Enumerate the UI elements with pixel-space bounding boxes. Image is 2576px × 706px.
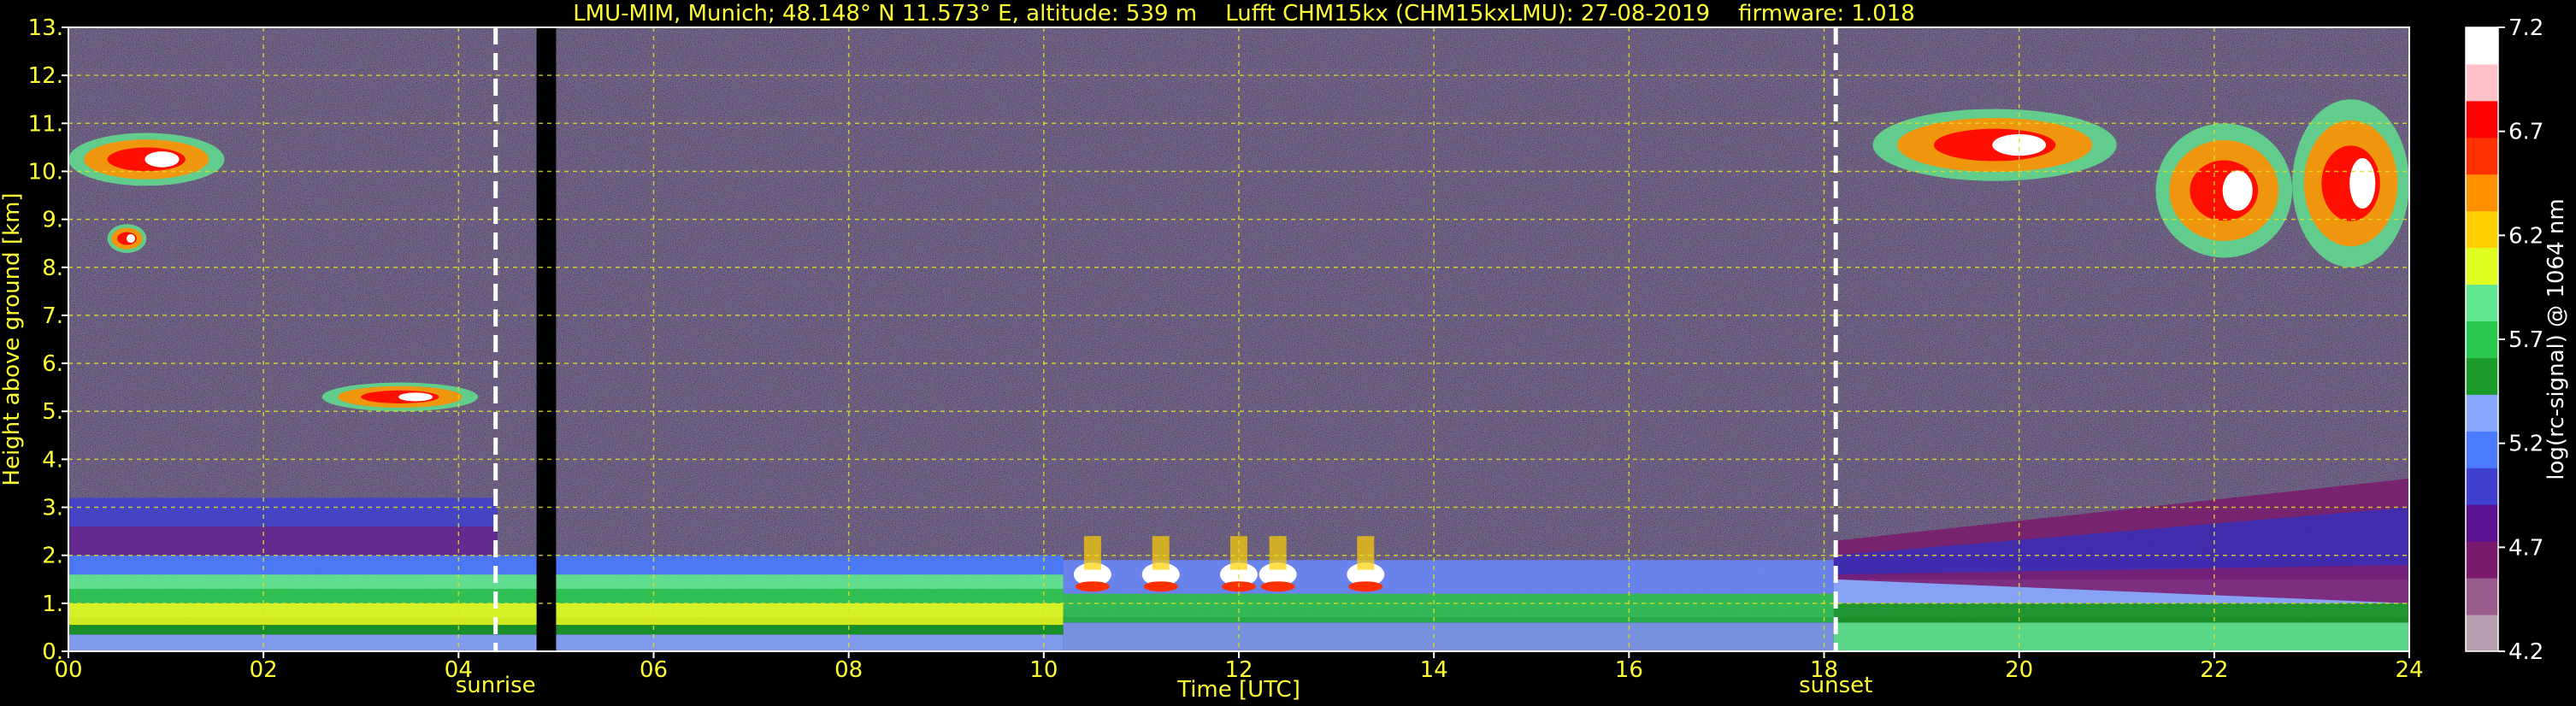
x-tick-label: 20 <box>2005 657 2033 683</box>
colorbar-label: log(rc-signal) @ 1064 nm <box>2544 198 2569 479</box>
colorbar-segment <box>2466 357 2498 395</box>
boundary-layer-band <box>68 555 1064 575</box>
cloud-top <box>1269 536 1287 570</box>
colorbar-segment <box>2466 504 2498 542</box>
cirrus-cloud <box>2349 158 2376 209</box>
boundary-layer-band <box>1833 603 2409 623</box>
y-axis-label: Height above ground [km] <box>0 192 25 485</box>
x-tick-label: 14 <box>1420 657 1448 683</box>
residual-layer <box>68 527 498 556</box>
y-tick-label: 6. <box>42 351 63 377</box>
x-axis-label: Time [UTC] <box>1176 677 1300 703</box>
colorbar-tick-label: 6.7 <box>2508 120 2544 145</box>
colorbar-segment <box>2466 615 2498 652</box>
y-tick-label: 4. <box>42 447 63 473</box>
colorbar-segment <box>2466 63 2498 102</box>
colorbar-segment <box>2466 321 2498 358</box>
colorbar-segment <box>2466 27 2498 65</box>
boundary-layer-band <box>68 589 1064 603</box>
colorbar-tick-label: 6.2 <box>2508 223 2544 249</box>
colorbar-tick-label: 5.7 <box>2508 327 2544 353</box>
colorbar-segment <box>2466 247 2498 285</box>
colorbar-tick-label: 5.2 <box>2508 432 2544 457</box>
boundary-layer-band <box>68 634 1064 651</box>
y-tick-label: 3. <box>42 496 63 521</box>
boundary-layer-band <box>1063 622 1834 651</box>
boundary-layer-band <box>68 574 1064 589</box>
colorbar: 7.2 6.7 6.2 5.7 5.2 4.7 4.2 <box>2465 15 2544 665</box>
y-tick-label: 11. <box>28 111 63 137</box>
colorbar-tick-label: 4.7 <box>2508 535 2544 561</box>
y-tick-label: 5. <box>42 399 63 425</box>
cloud-base <box>1143 581 1178 592</box>
colorbar-segment <box>2466 394 2498 432</box>
x-tick-label: 10 <box>1029 657 1058 683</box>
colorbar-tick-label: 7.2 <box>2508 15 2544 41</box>
y-tick-label: 1. <box>42 591 63 617</box>
cirrus-cloud <box>398 392 433 402</box>
cirrus-cloud <box>1992 133 2047 156</box>
y-tick-label: 9. <box>42 208 63 233</box>
colorbar-segment <box>2466 100 2498 138</box>
x-tick-label: 16 <box>1615 657 1643 683</box>
colorbar-segment <box>2466 578 2498 615</box>
boundary-layer-band <box>1833 622 2409 651</box>
colorbar-segment <box>2466 210 2498 249</box>
colorbar-segment <box>2466 431 2498 468</box>
y-tick-label: 10. <box>28 159 63 185</box>
x-tick-label: 18 <box>1810 657 1838 683</box>
cirrus-cloud <box>2222 170 2253 211</box>
colorbar-segment <box>2466 541 2498 579</box>
cirrus-cloud <box>144 151 180 168</box>
boundary-layer-band <box>68 603 1064 626</box>
y-tick-label: 8. <box>42 256 63 281</box>
y-tick-label: 2. <box>42 544 63 569</box>
y-tick-label: 0. <box>42 639 63 665</box>
x-tick-label: 24 <box>2395 657 2423 683</box>
ceilometer-chart: sunrise sunset 00 02 04 06 08 10 12 14 16 18 20 22 24… <box>0 1 2569 703</box>
x-tick-label: 08 <box>834 657 863 683</box>
cloud-top <box>1083 536 1101 570</box>
x-tick-label: 04 <box>445 657 473 683</box>
cloud-top <box>1357 536 1375 570</box>
cloud-base <box>1348 581 1383 592</box>
colorbar-segment <box>2466 137 2498 175</box>
y-tick-label: 13. <box>28 15 63 41</box>
cirrus-cloud <box>126 234 136 244</box>
x-tick-label: 02 <box>250 657 278 683</box>
boundary-layer-band <box>1063 593 1834 623</box>
colorbar-segment <box>2466 284 2498 322</box>
colorbar-segment <box>2466 174 2498 212</box>
y-tick-label: 12. <box>28 63 63 89</box>
cloud-top <box>1152 536 1170 570</box>
cloud-base <box>1075 581 1110 592</box>
x-tick-label: 22 <box>2200 657 2228 683</box>
y-tick-label: 7. <box>42 303 63 329</box>
colorbar-tick-label: 4.2 <box>2508 639 2544 665</box>
boundary-layer-band <box>68 625 1064 635</box>
cloud-base <box>1260 581 1295 592</box>
no-data-gap <box>536 27 557 651</box>
colorbar-segment <box>2466 468 2498 505</box>
x-tick-label: 06 <box>640 657 668 683</box>
chart-title: LMU-MIM, Munich; 48.148° N 11.573° E, al… <box>573 1 1915 26</box>
